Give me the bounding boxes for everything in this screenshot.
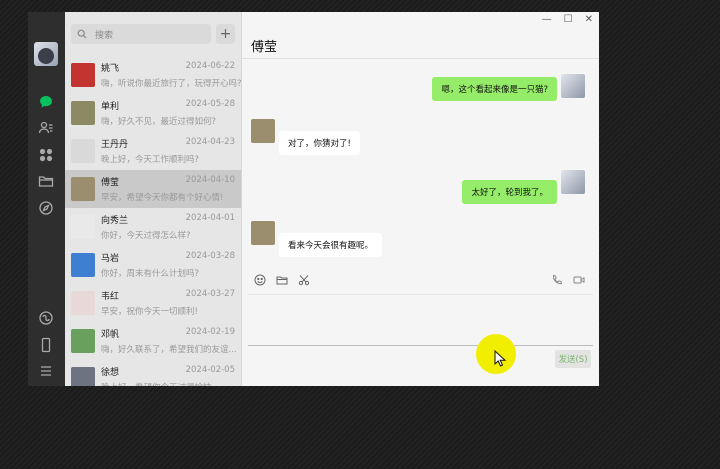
add-chat-button[interactable]: +: [216, 24, 235, 44]
emoji-icon[interactable]: [254, 274, 266, 286]
contact-last-message: 早安，希望今天你都有个好心情!: [101, 193, 224, 203]
contact-last-message: 晚上好，希望你今天过得愉快...: [101, 381, 241, 386]
voice-call-icon[interactable]: [551, 274, 563, 286]
folder-icon[interactable]: [38, 173, 54, 189]
apps-icon[interactable]: [38, 147, 54, 163]
contact-name: 马岩: [101, 254, 120, 264]
contact-item[interactable]: 王丹丹 2024-04-23 晚上好，今天工作顺利吗?: [65, 132, 241, 170]
chat-title: 傅莹: [251, 40, 278, 55]
my-message-avatar: [561, 170, 585, 194]
contact-date: 2024-05-28: [185, 99, 235, 109]
message-input[interactable]: [248, 294, 593, 346]
contact-avatar: [71, 367, 95, 386]
contact-name: 邓帆: [101, 330, 120, 340]
contact-avatar: [71, 253, 95, 277]
header-divider: [242, 58, 599, 59]
search-placeholder: 搜索: [95, 30, 114, 41]
contact-date: 2024-04-23: [185, 137, 235, 147]
contact-date: 2024-03-27: [185, 289, 235, 299]
contact-last-message: 晚上好，今天工作顺利吗?: [101, 155, 200, 165]
contact-list: 姚飞 2024-06-22 嗨，听说你最近旅行了，玩得开心吗? 单利 2024-05-2…: [65, 56, 241, 386]
my-message-avatar: [561, 74, 585, 98]
contact-item[interactable]: 徐想 2024-02-05 晚上好，希望你今天过得愉快...: [65, 360, 241, 386]
message-bubble[interactable]: 看来今天会很有趣呢。: [279, 233, 383, 257]
search-input[interactable]: 搜索: [71, 24, 211, 44]
contact-date: 2024-02-05: [185, 365, 235, 375]
contact-date: 2024-04-10: [185, 175, 235, 185]
contact-name: 韦红: [101, 292, 120, 302]
search-icon: [77, 29, 87, 39]
contact-date: 2024-04-01: [185, 213, 235, 223]
contact-item[interactable]: 邓帆 2024-02-19 嗨，好久联系了，希望我们的友谊...: [65, 322, 241, 360]
contact-name: 向秀兰: [101, 216, 129, 226]
contacts-icon[interactable]: [38, 120, 54, 136]
contact-name: 傅莹: [101, 178, 120, 188]
contact-item[interactable]: 姚飞 2024-06-22 嗨，听说你最近旅行了，玩得开心吗?: [65, 56, 241, 94]
contact-avatar: [71, 215, 95, 239]
contact-last-message: 早安，祝你今天一切顺利!: [101, 307, 198, 317]
mini-program-icon[interactable]: [38, 310, 54, 326]
contact-name: 单利: [101, 102, 120, 112]
contact-last-message: 嗨，好久联系了，希望我们的友谊...: [101, 345, 237, 355]
message-me-2: 太好了，轮到我了。: [462, 170, 585, 204]
contact-avatar: [71, 101, 95, 125]
window-controls: — ☐ ✕: [542, 14, 593, 25]
contact-date: 2024-03-28: [185, 251, 235, 261]
contact-avatar: [71, 177, 95, 201]
input-toolbar: [254, 274, 585, 286]
message-me-1: 嗯，这个看起来像是一只猫?: [432, 74, 585, 101]
contact-avatar: [71, 139, 95, 163]
contact-item[interactable]: 单利 2024-05-28 嗨，好久不见，最近过得如何?: [65, 94, 241, 132]
contact-list-panel: 搜索 + 姚飞 2024-06-22 嗨，听说你最近旅行了，玩得开心吗? 单利 2024…: [65, 12, 242, 386]
plus-icon: +: [219, 26, 232, 42]
contact-last-message: 嗨，好久不见，最近过得如何?: [101, 117, 217, 127]
contact-avatar: [71, 63, 95, 87]
contact-date: 2024-06-22: [185, 61, 235, 71]
message-bubble[interactable]: 太好了，轮到我了。: [462, 180, 557, 204]
minimize-icon[interactable]: —: [542, 14, 552, 25]
contact-item[interactable]: 向秀兰 2024-04-01 你好，今天过得怎么样?: [65, 208, 241, 246]
my-avatar[interactable]: [34, 42, 58, 66]
contact-last-message: 你好，周末有什么计划吗?: [101, 269, 200, 279]
close-icon[interactable]: ✕: [585, 14, 593, 25]
phone-icon[interactable]: [38, 337, 54, 353]
contact-avatar: [71, 291, 95, 315]
scissors-icon[interactable]: [298, 274, 310, 286]
contact-name: 姚飞: [101, 64, 120, 74]
chat-icon[interactable]: [38, 94, 54, 110]
message-other-2: 看来今天会很有趣呢。: [251, 221, 383, 257]
left-sidebar: [28, 12, 65, 386]
message-bubble[interactable]: 对了，你猜对了!: [279, 131, 360, 155]
message-other-1: 对了，你猜对了!: [251, 119, 360, 155]
contact-message-avatar: [251, 119, 275, 143]
contact-item[interactable]: 马岩 2024-03-28 你好，周末有什么计划吗?: [65, 246, 241, 284]
chat-panel: — ☐ ✕ 傅莹 嗯，这个看起来像是一只猫? 对了，你猜对了! 太好了，轮到我了…: [242, 12, 599, 386]
send-button[interactable]: 发送(S): [555, 350, 591, 368]
contact-date: 2024-02-19: [185, 327, 235, 337]
mouse-cursor-icon: [494, 350, 507, 367]
video-call-icon[interactable]: [573, 274, 585, 286]
wechat-window: 搜索 + 姚飞 2024-06-22 嗨，听说你最近旅行了，玩得开心吗? 单利 2024…: [28, 12, 599, 386]
compass-icon[interactable]: [38, 200, 54, 216]
contact-avatar: [71, 329, 95, 353]
menu-icon[interactable]: [38, 363, 54, 379]
contact-item[interactable]: 傅莹 2024-04-10 早安，希望今天你都有个好心情!: [65, 170, 241, 208]
contact-last-message: 你好，今天过得怎么样?: [101, 231, 191, 241]
message-bubble[interactable]: 嗯，这个看起来像是一只猫?: [432, 77, 557, 101]
contact-message-avatar: [251, 221, 275, 245]
contact-name: 王丹丹: [101, 140, 129, 150]
contact-name: 徐想: [101, 368, 120, 378]
maximize-icon[interactable]: ☐: [564, 14, 573, 25]
contact-last-message: 嗨，听说你最近旅行了，玩得开心吗?: [101, 79, 241, 89]
file-icon[interactable]: [276, 274, 288, 286]
contact-item[interactable]: 韦红 2024-03-27 早安，祝你今天一切顺利!: [65, 284, 241, 322]
